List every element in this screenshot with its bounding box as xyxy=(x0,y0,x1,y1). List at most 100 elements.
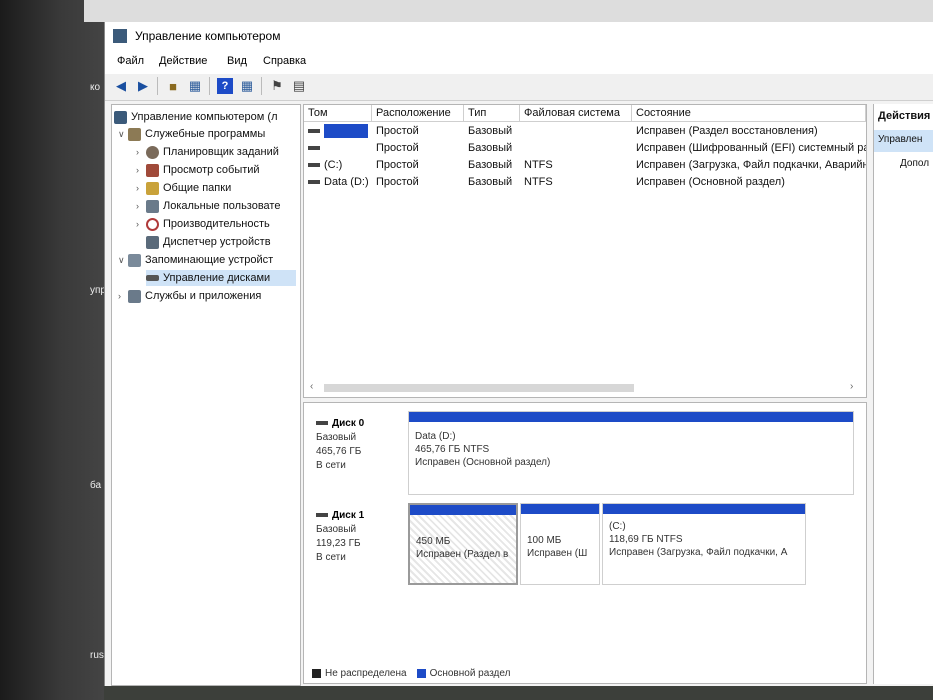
menu-view[interactable]: Вид xyxy=(227,55,247,67)
tree-item-label: Общие папки xyxy=(163,182,232,194)
chevron-right-icon[interactable]: › xyxy=(136,165,146,175)
column-header-volume[interactable]: Том xyxy=(304,105,372,122)
storage-icon xyxy=(128,253,141,267)
background-wall xyxy=(84,0,933,22)
menu-help[interactable]: Справка xyxy=(263,55,306,67)
horizontal-scrollbar[interactable]: ‹ › xyxy=(304,381,864,395)
tree-item-disk-management[interactable]: Управление дисками xyxy=(146,270,296,286)
tree-item-task-scheduler[interactable]: › Планировщик заданий xyxy=(136,144,279,160)
chevron-down-icon[interactable]: ∨ xyxy=(118,129,128,140)
table-row[interactable]: (C:) Простой Базовый NTFS Исправен (Загр… xyxy=(304,157,866,174)
menu-file[interactable]: Файл xyxy=(117,55,144,67)
up-icon[interactable]: ■ xyxy=(165,78,181,94)
help-icon[interactable]: ? xyxy=(217,78,233,94)
table-row[interactable]: Простой Базовый Исправен (Шифрованный (E… xyxy=(304,140,866,157)
partition-size: 118,69 ГБ NTFS xyxy=(609,534,683,545)
chevron-right-icon[interactable]: › xyxy=(136,147,146,157)
tree-item-event-viewer[interactable]: › Просмотр событий xyxy=(136,162,260,178)
disk-kind: Базовый xyxy=(316,524,357,535)
partition-state: Исправен (Загрузка, Файл подкачки, А xyxy=(609,547,788,558)
tree-item-storage[interactable]: ∨ Запоминающие устройст xyxy=(118,252,273,268)
disk-size: 465,76 ГБ xyxy=(316,446,362,457)
view-icon[interactable]: ▦ xyxy=(187,78,203,94)
toolbar-separator xyxy=(157,77,158,95)
disk-0-info[interactable]: Диск 0 Базовый 465,76 ГБ В сети xyxy=(316,417,364,473)
list-icon[interactable]: ▤ xyxy=(291,78,307,94)
cell-status: Исправен (Раздел восстановления) xyxy=(636,125,818,137)
monitor-bezel xyxy=(0,0,104,700)
computer-icon xyxy=(114,110,127,124)
cell-filesystem: NTFS xyxy=(524,176,553,188)
partition-state: Исправен (Ш xyxy=(527,548,588,559)
column-header-type[interactable]: Тип xyxy=(464,105,520,122)
tree-item-performance[interactable]: › Производительность xyxy=(136,216,270,232)
chevron-right-icon[interactable]: › xyxy=(136,183,146,193)
actions-pane: Действия Управлен Допол xyxy=(873,104,933,684)
volume-list: Том Расположение Тип Файловая система Со… xyxy=(303,104,867,398)
tree-item-label: Производительность xyxy=(163,218,270,230)
chevron-down-icon[interactable]: ∨ xyxy=(118,255,128,266)
chevron-right-icon[interactable]: › xyxy=(136,219,146,229)
volume-icon xyxy=(308,180,320,185)
event-viewer-icon xyxy=(146,163,159,177)
partition-data-d[interactable]: Data (D:) 465,76 ГБ NTFS Исправен (Основ… xyxy=(408,411,854,495)
desktop-fragment-text: ба xyxy=(90,480,102,491)
partition-state: Исправен (Раздел в xyxy=(416,549,509,560)
scroll-left-icon[interactable]: ‹ xyxy=(310,381,313,392)
cell-type: Базовый xyxy=(468,125,513,137)
chevron-right-icon[interactable]: › xyxy=(118,291,128,301)
back-icon[interactable]: ◀ xyxy=(113,78,129,94)
partition-text: (C:) 118,69 ГБ NTFS Исправен (Загрузка, … xyxy=(609,520,805,559)
column-header-status[interactable]: Состояние xyxy=(632,105,866,122)
scrollbar-thumb[interactable] xyxy=(324,384,634,392)
device-manager-icon xyxy=(146,235,159,249)
partition-c[interactable]: (C:) 118,69 ГБ NTFS Исправен (Загрузка, … xyxy=(602,503,806,585)
action-label: Управлен xyxy=(878,134,923,145)
chevron-right-icon[interactable]: › xyxy=(136,201,146,211)
tree-root[interactable]: Управление компьютером (л xyxy=(114,109,278,125)
column-header-filesystem[interactable]: Файловая система xyxy=(520,105,632,122)
disk-status: В сети xyxy=(316,552,346,563)
desktop-fragment-text: rus xyxy=(90,650,104,661)
action-more[interactable]: Допол xyxy=(900,158,929,169)
disk-icon xyxy=(316,513,328,518)
legend-swatch-unallocated xyxy=(312,669,321,678)
cell-volume: (C:) xyxy=(324,159,343,171)
cell-filesystem: NTFS xyxy=(524,159,553,171)
menu-action[interactable]: Действие xyxy=(159,55,207,67)
tree-item-system-tools[interactable]: ∨ Служебные программы xyxy=(118,126,265,142)
tree-item-shared-folders[interactable]: › Общие папки xyxy=(136,180,231,196)
row-selection-highlight xyxy=(324,124,368,139)
tree-root-label: Управление компьютером (л xyxy=(131,111,278,123)
computer-management-icon xyxy=(113,29,127,43)
tree-item-services-apps[interactable]: › Службы и приложения xyxy=(118,288,261,304)
disk-1-info[interactable]: Диск 1 Базовый 119,23 ГБ В сети xyxy=(316,509,364,565)
scroll-right-icon[interactable]: › xyxy=(850,381,853,392)
connect-icon[interactable]: ⚑ xyxy=(269,78,285,94)
partition-recovery[interactable]: 450 МБ Исправен (Раздел в xyxy=(408,503,518,585)
partition-efi[interactable]: 100 МБ Исправен (Ш xyxy=(520,503,600,585)
background-floor xyxy=(104,686,933,700)
action-disk-management[interactable]: Управлен xyxy=(874,130,933,152)
legend: Не распределена Основной раздел xyxy=(312,668,510,679)
tree-item-label: Планировщик заданий xyxy=(163,146,279,158)
cell-volume: Data (D:) xyxy=(324,176,369,188)
partition-state: Исправен (Основной раздел) xyxy=(415,457,551,468)
table-row[interactable]: Простой Базовый Исправен (Раздел восстан… xyxy=(304,123,866,140)
tools-icon xyxy=(128,127,141,141)
volume-icon xyxy=(308,163,320,168)
cell-type: Базовый xyxy=(468,176,513,188)
column-header-layout[interactable]: Расположение xyxy=(372,105,464,122)
cell-layout: Простой xyxy=(376,176,419,188)
properties-icon[interactable]: ▦ xyxy=(239,78,255,94)
tree-item-local-users[interactable]: › Локальные пользовате xyxy=(136,198,280,214)
tree-item-device-manager[interactable]: Диспетчер устройств xyxy=(146,234,271,250)
title-bar[interactable]: Управление компьютером xyxy=(105,22,933,50)
partition-bar xyxy=(410,505,516,515)
toolbar: ◀ ▶ ■ ▦ ? ▦ ⚑ ▤ xyxy=(105,74,933,101)
partition-title: (C:) xyxy=(609,521,626,532)
legend-swatch-primary xyxy=(416,669,426,678)
forward-icon[interactable]: ▶ xyxy=(135,78,151,94)
console-tree: Управление компьютером (л ∨ Служебные пр… xyxy=(111,104,301,686)
table-row[interactable]: Data (D:) Простой Базовый NTFS Исправен … xyxy=(304,174,866,191)
